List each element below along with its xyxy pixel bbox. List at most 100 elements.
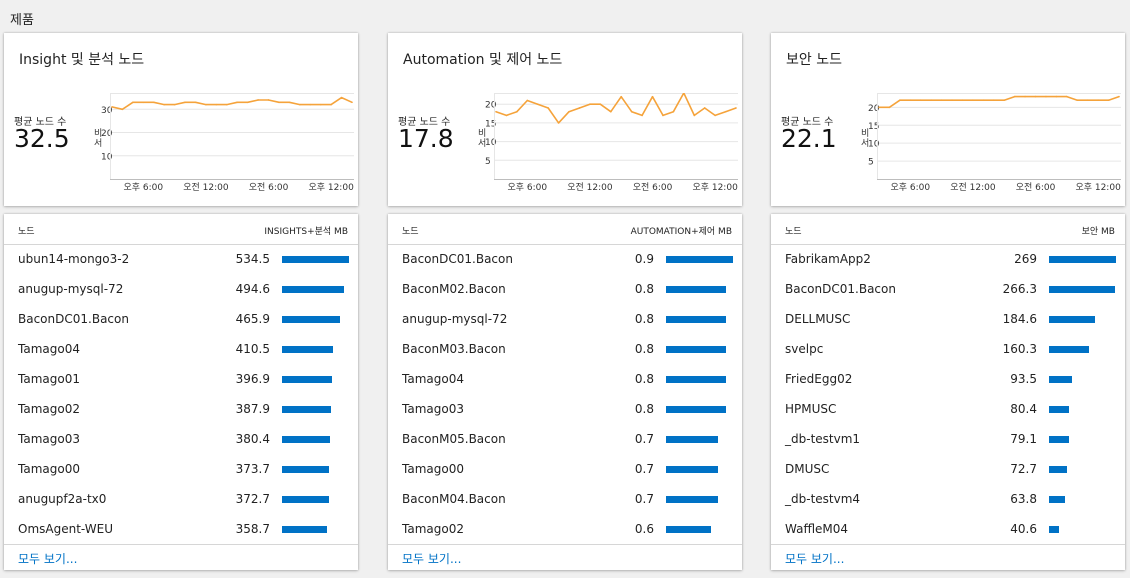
node-name[interactable]: anugup-mysql-72 xyxy=(402,312,507,326)
node-name[interactable]: BaconM02.Bacon xyxy=(402,282,506,296)
node-name[interactable]: Tamago00 xyxy=(402,462,464,476)
node-name[interactable]: svelpc xyxy=(785,342,823,356)
see-all-link[interactable]: 모두 보기... xyxy=(785,550,844,567)
node-value: 184.6 xyxy=(1002,312,1037,326)
node-name[interactable]: DELLMUSC xyxy=(785,312,850,326)
node-name[interactable]: WaffleM04 xyxy=(785,522,848,536)
data-point xyxy=(163,103,165,106)
node-name[interactable]: Tamago01 xyxy=(18,372,80,386)
table-row[interactable]: Tamago02 387.9 xyxy=(4,395,358,425)
table-row[interactable]: BaconDC01.Bacon 266.3 xyxy=(771,275,1125,305)
x-tick-label: 오전 12:00 xyxy=(950,182,996,193)
node-name[interactable]: Tamago04 xyxy=(402,372,464,386)
table-row[interactable]: HPMUSC 80.4 xyxy=(771,395,1125,425)
node-name[interactable]: anugup-mysql-72 xyxy=(18,282,123,296)
node-name[interactable]: Tamago03 xyxy=(402,402,464,416)
table-row[interactable]: Tamago00 0.7 xyxy=(388,455,742,485)
table-row[interactable]: svelpc 160.3 xyxy=(771,335,1125,365)
node-name[interactable]: Tamago02 xyxy=(402,522,464,536)
node-name[interactable]: Tamago03 xyxy=(18,432,80,446)
table-row[interactable]: BaconDC01.Bacon 0.9 xyxy=(388,245,742,275)
table-row[interactable]: Tamago02 0.6 xyxy=(388,515,742,545)
node-name[interactable]: BaconM04.Bacon xyxy=(402,492,506,506)
value-bar xyxy=(282,316,340,323)
data-point xyxy=(641,114,643,117)
value-bar xyxy=(1049,496,1065,503)
table-row[interactable]: BaconM05.Bacon 0.7 xyxy=(388,425,742,455)
value-bar xyxy=(1049,526,1059,533)
table-row[interactable]: anugup-mysql-72 494.6 xyxy=(4,275,358,305)
table-row[interactable]: Tamago03 0.8 xyxy=(388,395,742,425)
column-header-node: 노드 xyxy=(402,227,419,237)
node-name[interactable]: BaconDC01.Bacon xyxy=(402,252,513,266)
table-row[interactable]: _db-testvm4 63.8 xyxy=(771,485,1125,515)
node-name[interactable]: FriedEgg02 xyxy=(785,372,852,386)
data-point xyxy=(351,101,353,104)
node-name[interactable]: _db-testvm1 xyxy=(785,432,860,446)
table-row[interactable]: OmsAgent-WEU 358.7 xyxy=(4,515,358,545)
x-tick-label: 오전 12:00 xyxy=(567,182,613,193)
table-row[interactable]: anugupf2a-tx0 372.7 xyxy=(4,485,358,515)
data-point xyxy=(1003,99,1006,101)
table-row[interactable]: Tamago04 0.8 xyxy=(388,365,742,395)
table-row[interactable]: BaconM04.Bacon 0.7 xyxy=(388,485,742,515)
summary-card[interactable]: 보안 노드 평균 노드 수 22.1 5 10 15 20 오후 6:00 오전 12:00 오전… xyxy=(771,33,1125,206)
data-point xyxy=(142,101,145,104)
table-row[interactable]: Tamago00 373.7 xyxy=(4,455,358,485)
node-name[interactable]: Tamago00 xyxy=(18,462,80,476)
table-row[interactable]: _db-testvm1 79.1 xyxy=(771,425,1125,455)
data-point xyxy=(111,106,113,108)
y-axis-label: 비 서 xyxy=(478,129,487,149)
table-row[interactable]: Tamago03 380.4 xyxy=(4,425,358,455)
table-row[interactable]: FabrikamApp2 269 xyxy=(771,245,1125,275)
table-row[interactable]: BaconDC01.Bacon 465.9 xyxy=(4,305,358,335)
table-row[interactable]: BaconM03.Bacon 0.8 xyxy=(388,335,742,365)
node-name[interactable]: OmsAgent-WEU xyxy=(18,522,113,536)
summary-card[interactable]: Insight 및 분석 노드 평균 노드 수 32.5 10 20 30 오후 6:00 오… xyxy=(4,33,358,206)
footer-divider xyxy=(4,544,358,545)
table-row[interactable]: Tamago04 410.5 xyxy=(4,335,358,365)
line-chart: 10 20 30 오후 6:00 오전 12:00 오전 6:00 오후 12:00 비 서 xyxy=(94,93,354,207)
node-value: 0.6 xyxy=(634,522,654,536)
node-name[interactable]: ubun14-mongo3-2 xyxy=(18,252,129,266)
node-name[interactable]: DMUSC xyxy=(785,462,829,476)
summary-card[interactable]: Automation 및 제어 노드 평균 노드 수 17.8 5 10 15 20 오후 6… xyxy=(388,33,742,206)
node-name[interactable]: Tamago04 xyxy=(18,342,80,356)
data-point xyxy=(330,103,332,106)
node-name[interactable]: BaconM05.Bacon xyxy=(402,432,506,446)
node-name[interactable]: Tamago02 xyxy=(18,402,80,416)
y-axis-label: 비 서 xyxy=(94,129,103,149)
data-point xyxy=(536,103,539,106)
avg-node-value: 17.8 xyxy=(398,124,454,153)
table-row[interactable]: Tamago01 396.9 xyxy=(4,365,358,395)
table-row[interactable]: ubun14-mongo3-2 534.5 xyxy=(4,245,358,275)
node-value: 93.5 xyxy=(1010,372,1037,386)
data-point xyxy=(878,106,880,109)
y-tick-label: 5 xyxy=(485,157,491,167)
data-point xyxy=(1055,95,1058,98)
node-value: 269 xyxy=(1014,252,1037,266)
node-name[interactable]: anugupf2a-tx0 xyxy=(18,492,106,506)
table-row[interactable]: FriedEgg02 93.5 xyxy=(771,365,1125,395)
table-row[interactable]: DMUSC 72.7 xyxy=(771,455,1125,485)
node-name[interactable]: HPMUSC xyxy=(785,402,836,416)
node-value: 465.9 xyxy=(235,312,270,326)
data-point xyxy=(1076,99,1079,101)
node-name[interactable]: BaconM03.Bacon xyxy=(402,342,506,356)
table-row[interactable]: anugup-mysql-72 0.8 xyxy=(388,305,742,335)
see-all-link[interactable]: 모두 보기... xyxy=(402,550,461,567)
x-tick-label: 오후 12:00 xyxy=(308,182,354,193)
data-point xyxy=(609,110,612,113)
node-name[interactable]: BaconDC01.Bacon xyxy=(785,282,896,296)
line-chart: 5 10 15 20 오후 6:00 오전 12:00 오전 6:00 오후 12:00 비 서 xyxy=(861,93,1121,207)
value-bar xyxy=(666,526,711,533)
data-point xyxy=(972,99,974,101)
table-row[interactable]: WaffleM04 40.6 xyxy=(771,515,1125,545)
node-name[interactable]: FabrikamApp2 xyxy=(785,252,871,266)
table-row[interactable]: BaconM02.Bacon 0.8 xyxy=(388,275,742,305)
value-bar xyxy=(1049,466,1067,473)
node-name[interactable]: BaconDC01.Bacon xyxy=(18,312,129,326)
see-all-link[interactable]: 모두 보기... xyxy=(18,550,77,567)
node-name[interactable]: _db-testvm4 xyxy=(785,492,860,506)
table-row[interactable]: DELLMUSC 184.6 xyxy=(771,305,1125,335)
